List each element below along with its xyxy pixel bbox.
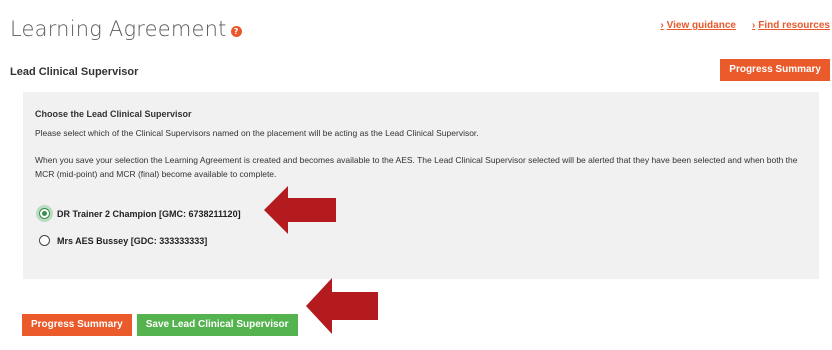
- supervisor-option-label: Mrs AES Bussey [GDC: 333333333]: [57, 235, 208, 246]
- chevron-right-icon: ›: [751, 20, 756, 31]
- top-links: › View guidance › Find resources: [660, 20, 830, 31]
- annotation-arrow-icon: [306, 278, 378, 334]
- section-heading: Lead Clinical Supervisor: [10, 66, 139, 78]
- panel-description: When you save your selection the Learnin…: [35, 155, 798, 179]
- radio-unselected[interactable]: [39, 235, 50, 246]
- footer-actions: Progress Summary Save Lead Clinical Supe…: [22, 314, 298, 336]
- save-lead-supervisor-button[interactable]: Save Lead Clinical Supervisor: [136, 314, 298, 336]
- panel-title: Choose the Lead Clinical Supervisor: [35, 109, 192, 119]
- progress-summary-button-bottom[interactable]: Progress Summary: [22, 314, 132, 336]
- choose-supervisor-panel: Choose the Lead Clinical Supervisor Plea…: [23, 92, 819, 279]
- view-guidance-link[interactable]: › View guidance: [660, 20, 736, 31]
- supervisor-option-1[interactable]: DR Trainer 2 Champion [GMC: 6738211120]: [39, 208, 241, 219]
- view-guidance-label: View guidance: [666, 20, 736, 31]
- chevron-right-icon: ›: [660, 20, 664, 31]
- find-resources-label: Find resources: [758, 20, 830, 31]
- help-icon[interactable]: ?: [230, 25, 242, 37]
- supervisor-option-2[interactable]: Mrs AES Bussey [GDC: 333333333]: [39, 235, 207, 246]
- supervisor-option-label: DR Trainer 2 Champion [GMC: 6738211120]: [57, 208, 241, 219]
- annotation-arrow-icon: [264, 186, 336, 234]
- page-title: Learning Agreement ?: [10, 17, 242, 41]
- progress-summary-button[interactable]: Progress Summary: [720, 59, 830, 81]
- page-title-text: Learning Agreement: [10, 17, 227, 41]
- panel-instruction: Please select which of the Clinical Supe…: [35, 128, 479, 138]
- find-resources-link[interactable]: › Find resources: [752, 20, 830, 31]
- radio-selected[interactable]: [39, 208, 50, 219]
